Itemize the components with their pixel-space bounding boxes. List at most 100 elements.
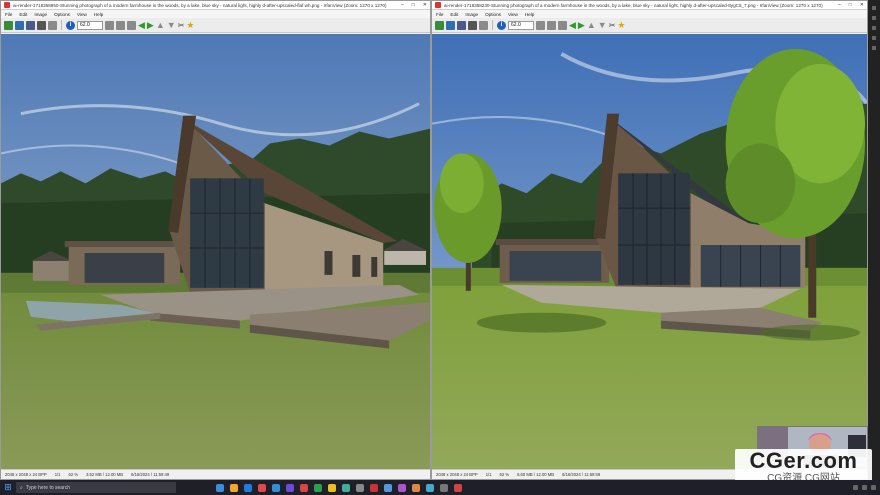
- app-icon[interactable]: [300, 483, 308, 492]
- desktop-icon[interactable]: [872, 16, 876, 20]
- tray-icon[interactable]: [853, 485, 858, 490]
- thumbnails-icon[interactable]: [446, 20, 455, 30]
- desktop-icon[interactable]: [872, 36, 876, 40]
- taskbar: ⊞ ⌕ Type here to search: [0, 480, 880, 495]
- app-icon[interactable]: [412, 483, 420, 492]
- search-placeholder: Type here to search: [25, 484, 71, 491]
- menu-view[interactable]: View: [508, 12, 518, 17]
- print-icon[interactable]: [468, 20, 477, 30]
- irfanview-window-left[interactable]: ai-render-1718358950-Stunning photograph…: [0, 0, 431, 480]
- slideshow-icon[interactable]: [547, 20, 556, 30]
- menu-file[interactable]: File: [436, 12, 443, 17]
- menu-options[interactable]: Options: [54, 12, 70, 17]
- menu-edit[interactable]: Edit: [19, 12, 27, 17]
- desktop-icon[interactable]: [872, 46, 876, 50]
- menu-image[interactable]: Image: [34, 12, 47, 17]
- tools-icon[interactable]: ✂: [609, 21, 616, 30]
- app-icon[interactable]: [314, 483, 322, 492]
- toolbar: i 62.0 ◀ ▶ ▲ ▼ ✂ ★: [1, 18, 430, 33]
- arrow-up-icon[interactable]: ▲: [587, 20, 596, 30]
- info-icon[interactable]: i: [497, 20, 506, 30]
- star-icon[interactable]: ★: [617, 20, 625, 31]
- status-memory: 6.60 MB / 12.00 MB: [517, 472, 555, 477]
- slideshow-icon[interactable]: [116, 20, 125, 30]
- image-viewport[interactable]: [432, 34, 867, 469]
- folder-icon[interactable]: [4, 20, 13, 30]
- chrome-icon[interactable]: [328, 483, 336, 492]
- irfanview-taskbar-icon[interactable]: [370, 483, 378, 492]
- desktop-icon[interactable]: [872, 26, 876, 30]
- menu-view[interactable]: View: [77, 12, 87, 17]
- print-icon[interactable]: [37, 20, 46, 30]
- app-icon[interactable]: [398, 483, 406, 492]
- app-icon[interactable]: [440, 483, 448, 492]
- info-icon[interactable]: i: [66, 20, 75, 30]
- menu-options[interactable]: Options: [485, 12, 501, 17]
- status-page: 1/1: [54, 472, 61, 477]
- toolbar: i 62.0 ◀ ▶ ▲ ▼ ✂ ★: [432, 18, 867, 33]
- app-icon[interactable]: [454, 483, 462, 492]
- menu-file[interactable]: File: [5, 12, 12, 17]
- minimize-button[interactable]: –: [838, 2, 841, 8]
- arrow-left-icon[interactable]: ◀: [138, 20, 145, 30]
- folder-icon[interactable]: [435, 20, 444, 30]
- save-icon[interactable]: [457, 20, 466, 30]
- system-tray: [853, 485, 880, 490]
- edge-icon[interactable]: [244, 483, 252, 492]
- maximize-button[interactable]: □: [849, 2, 852, 8]
- fit-window-icon[interactable]: [105, 20, 114, 30]
- status-zoom: 62 %: [499, 472, 510, 477]
- menu-help[interactable]: Help: [94, 12, 103, 17]
- app-icon[interactable]: [384, 483, 392, 492]
- thumbnails-icon[interactable]: [15, 20, 24, 30]
- desktop-edge-strip: [868, 0, 880, 480]
- zoom-input[interactable]: 62.0: [508, 20, 534, 30]
- status-dimensions: 2048 x 2048 x 24 BPP: [436, 472, 478, 477]
- arrow-down-icon[interactable]: ▼: [598, 20, 607, 30]
- window-title: ai-render-1718358950-Stunning photograph…: [13, 2, 387, 8]
- title-bar[interactable]: ai-render-1718358230-Stunning photograph…: [432, 1, 867, 10]
- windows-start-icon[interactable]: ⊞: [0, 480, 16, 495]
- arrow-right-icon[interactable]: ▶: [578, 20, 585, 30]
- delete-icon[interactable]: [48, 20, 57, 30]
- desktop-icon[interactable]: [872, 6, 876, 10]
- fit-window-icon[interactable]: [536, 20, 545, 30]
- save-icon[interactable]: [26, 20, 35, 30]
- app-icon[interactable]: [426, 483, 434, 492]
- close-button[interactable]: ✕: [423, 2, 427, 8]
- app-icon[interactable]: [342, 483, 350, 492]
- star-icon[interactable]: ★: [186, 20, 194, 31]
- irfanview-app-icon: [435, 2, 441, 8]
- task-view-icon[interactable]: [216, 483, 224, 492]
- menu-image[interactable]: Image: [465, 12, 478, 17]
- copy-icon[interactable]: [558, 20, 567, 30]
- taskbar-apps: [216, 483, 462, 492]
- zoom-input[interactable]: 62.0: [77, 20, 103, 30]
- arrow-right-icon[interactable]: ▶: [147, 20, 154, 30]
- title-bar[interactable]: ai-render-1718358950-Stunning photograph…: [1, 1, 430, 10]
- status-zoom: 62 %: [68, 472, 79, 477]
- app-icon[interactable]: [356, 483, 364, 492]
- menu-edit[interactable]: Edit: [450, 12, 458, 17]
- arrow-up-icon[interactable]: ▲: [156, 20, 165, 30]
- irfanview-window-right[interactable]: ai-render-1718358230-Stunning photograph…: [431, 0, 868, 480]
- menu-help[interactable]: Help: [525, 12, 534, 17]
- vscode-icon[interactable]: [286, 483, 294, 492]
- delete-icon[interactable]: [479, 20, 488, 30]
- tray-icon[interactable]: [871, 485, 876, 490]
- toolbar-divider: [61, 20, 62, 30]
- app-icon[interactable]: [258, 483, 266, 492]
- image-viewport[interactable]: [1, 34, 430, 469]
- minimize-button[interactable]: –: [401, 2, 404, 8]
- arrow-left-icon[interactable]: ◀: [569, 20, 576, 30]
- maximize-button[interactable]: □: [412, 2, 415, 8]
- tray-icon[interactable]: [862, 485, 867, 490]
- taskbar-search[interactable]: ⌕ Type here to search: [16, 482, 176, 493]
- tools-icon[interactable]: ✂: [178, 21, 185, 30]
- search-icon: ⌕: [20, 484, 23, 491]
- close-button[interactable]: ✕: [860, 2, 864, 8]
- arrow-down-icon[interactable]: ▼: [167, 20, 176, 30]
- copy-icon[interactable]: [127, 20, 136, 30]
- file-explorer-icon[interactable]: [230, 483, 238, 492]
- app-icon[interactable]: [272, 483, 280, 492]
